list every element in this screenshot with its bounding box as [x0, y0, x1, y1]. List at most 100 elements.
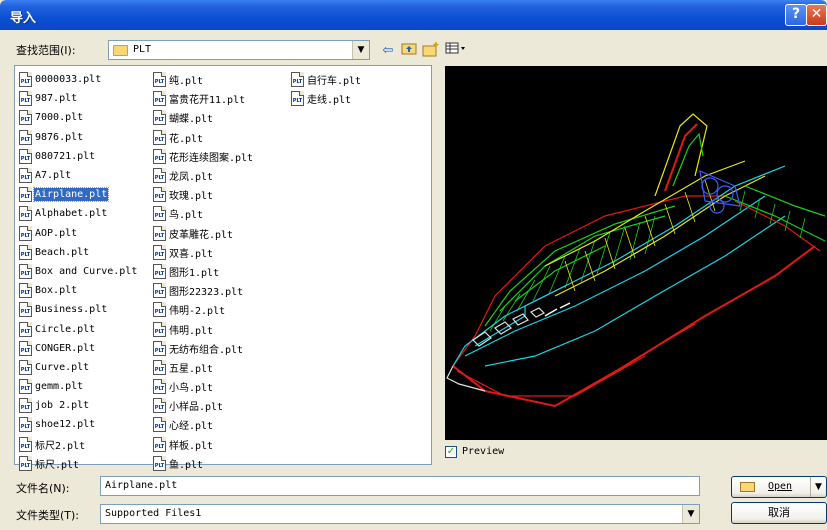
file-item[interactable]: PLT 无纺布组合.plt [153, 339, 254, 358]
file-item[interactable]: PLT AOP.plt [19, 224, 138, 243]
file-name: 花.plt [169, 133, 204, 145]
filetype-dropdown[interactable]: Supported Files1 ▼ [100, 504, 700, 524]
file-name: Box.plt [35, 285, 78, 297]
plt-file-icon: PLT [19, 340, 32, 356]
file-item[interactable]: PLT 伟明-2.plt [153, 300, 254, 319]
chevron-down-icon[interactable]: ▼ [682, 505, 699, 523]
file-name: gemm.plt [35, 381, 84, 393]
file-item[interactable]: PLT job 2.plt [19, 396, 138, 415]
file-item[interactable]: PLT 样板.plt [153, 435, 254, 454]
file-item[interactable]: PLT 五星.plt [153, 358, 254, 377]
file-item[interactable]: PLT 玫瑰.plt [153, 185, 254, 204]
file-name: 富贵花开11.plt [169, 95, 246, 107]
plt-file-icon: PLT [19, 129, 32, 145]
preview-label[interactable]: Preview [462, 446, 504, 457]
file-name: 080721.plt [35, 150, 96, 162]
file-item[interactable]: PLT shoe12.plt [19, 415, 138, 434]
file-name: 自行车.plt [307, 76, 362, 88]
file-item[interactable]: PLT Airplane.plt [19, 185, 138, 204]
file-item[interactable]: PLT 鱼.plt [153, 454, 254, 473]
file-name: 图形22323.plt [169, 287, 244, 299]
back-arrow-icon[interactable]: ⇦ [378, 41, 398, 61]
file-item[interactable]: PLT 龙凤.plt [153, 166, 254, 185]
chevron-down-icon[interactable]: ▼ [810, 477, 826, 497]
file-name: 花形连续图案.plt [169, 152, 254, 164]
file-item[interactable]: PLT 标尺2.plt [19, 435, 138, 454]
file-item[interactable]: PLT Alphabet.plt [19, 204, 138, 223]
plt-file-icon: PLT [153, 148, 166, 164]
file-item[interactable]: PLT 花.plt [153, 128, 254, 147]
file-item[interactable]: PLT 蝴蝶.plt [153, 108, 254, 127]
plt-file-icon: PLT [153, 225, 166, 241]
file-item[interactable]: PLT 走线.plt [291, 89, 362, 108]
file-name: 伟明-2.plt [169, 306, 226, 318]
file-item[interactable]: PLT 鸟.plt [153, 204, 254, 223]
file-item[interactable]: PLT Business.plt [19, 300, 138, 319]
file-item[interactable]: PLT 图形22323.plt [153, 281, 254, 300]
plt-file-icon: PLT [153, 436, 166, 452]
plt-file-icon: PLT [19, 206, 32, 222]
plt-file-icon: PLT [153, 187, 166, 203]
file-name: Circle.plt [35, 323, 96, 335]
file-item[interactable]: PLT gemm.plt [19, 377, 138, 396]
file-item[interactable]: PLT 心经.plt [153, 415, 254, 434]
file-item[interactable]: PLT CONGER.plt [19, 339, 138, 358]
file-name: 图形1.plt [169, 267, 220, 279]
file-item[interactable]: PLT Curve.plt [19, 358, 138, 377]
plt-file-icon: PLT [19, 359, 32, 375]
file-item[interactable]: PLT 自行车.plt [291, 70, 362, 89]
plt-file-icon: PLT [153, 206, 166, 222]
plt-file-icon: PLT [153, 263, 166, 279]
file-item[interactable]: PLT 图形1.plt [153, 262, 254, 281]
file-item[interactable]: PLT Beach.plt [19, 243, 138, 262]
file-list[interactable]: PLT 0000033.plt PLT 987.plt PLT 7000.plt PLT 98… [14, 65, 432, 471]
file-name: 0000033.plt [35, 74, 102, 86]
file-item[interactable]: PLT 987.plt [19, 89, 138, 108]
plt-file-icon: PLT [19, 455, 32, 471]
plt-file-icon: PLT [153, 168, 166, 184]
close-button[interactable]: ✕ [806, 4, 827, 26]
cancel-button[interactable]: 取消 [731, 502, 827, 524]
file-item[interactable]: PLT 小样品.plt [153, 396, 254, 415]
file-name: A7.plt [35, 170, 72, 182]
file-name: 小鸟.plt [169, 383, 214, 395]
plt-file-icon: PLT [19, 168, 32, 184]
plt-file-icon: PLT [153, 359, 166, 375]
help-button[interactable]: ? [785, 4, 807, 26]
file-item[interactable]: PLT Box and Curve.plt [19, 262, 138, 281]
file-item[interactable]: PLT Circle.plt [19, 319, 138, 338]
plt-file-icon: PLT [19, 417, 32, 433]
file-item[interactable]: PLT 皮革雕花.plt [153, 224, 254, 243]
open-button[interactable]: Open ▼ [731, 476, 827, 498]
preview-checkbox[interactable]: ✓ [445, 446, 457, 458]
lookin-dropdown[interactable]: PLT ▼ [108, 40, 370, 60]
file-item[interactable]: PLT 纯.plt [153, 70, 254, 89]
file-item[interactable]: PLT Box.plt [19, 281, 138, 300]
new-folder-icon[interactable] [421, 41, 441, 61]
file-item[interactable]: PLT 花形连续图案.plt [153, 147, 254, 166]
file-column-2: PLT 纯.plt PLT 富贵花开11.plt PLT 蝴蝶.plt PLT 花.plt PL… [153, 70, 254, 473]
up-folder-icon[interactable] [399, 41, 419, 61]
file-item[interactable]: PLT 9876.plt [19, 128, 138, 147]
file-item[interactable]: PLT 080721.plt [19, 147, 138, 166]
lookin-value: PLT [133, 44, 152, 55]
file-name: 987.plt [35, 93, 78, 105]
file-item[interactable]: PLT 小鸟.plt [153, 377, 254, 396]
file-item[interactable]: PLT 富贵花开11.plt [153, 89, 254, 108]
file-name: 伟明.plt [169, 325, 214, 337]
plt-file-icon: PLT [153, 379, 166, 395]
file-name: 蝴蝶.plt [169, 114, 214, 126]
file-name: 小样品.plt [169, 402, 224, 414]
plt-file-icon: PLT [19, 148, 32, 164]
file-item[interactable]: PLT 0000033.plt [19, 70, 138, 89]
file-item[interactable]: PLT A7.plt [19, 166, 138, 185]
filename-input[interactable]: Airplane.plt [100, 476, 700, 496]
file-item[interactable]: PLT 标尺.plt [19, 454, 138, 473]
chevron-down-icon[interactable]: ▼ [352, 41, 369, 59]
view-menu-icon[interactable] [444, 41, 468, 61]
file-item[interactable]: PLT 伟明.plt [153, 319, 254, 338]
file-item[interactable]: PLT 双喜.plt [153, 243, 254, 262]
file-item[interactable]: PLT 7000.plt [19, 108, 138, 127]
plt-file-icon: PLT [19, 302, 32, 318]
file-name: 鸟.plt [169, 210, 204, 222]
